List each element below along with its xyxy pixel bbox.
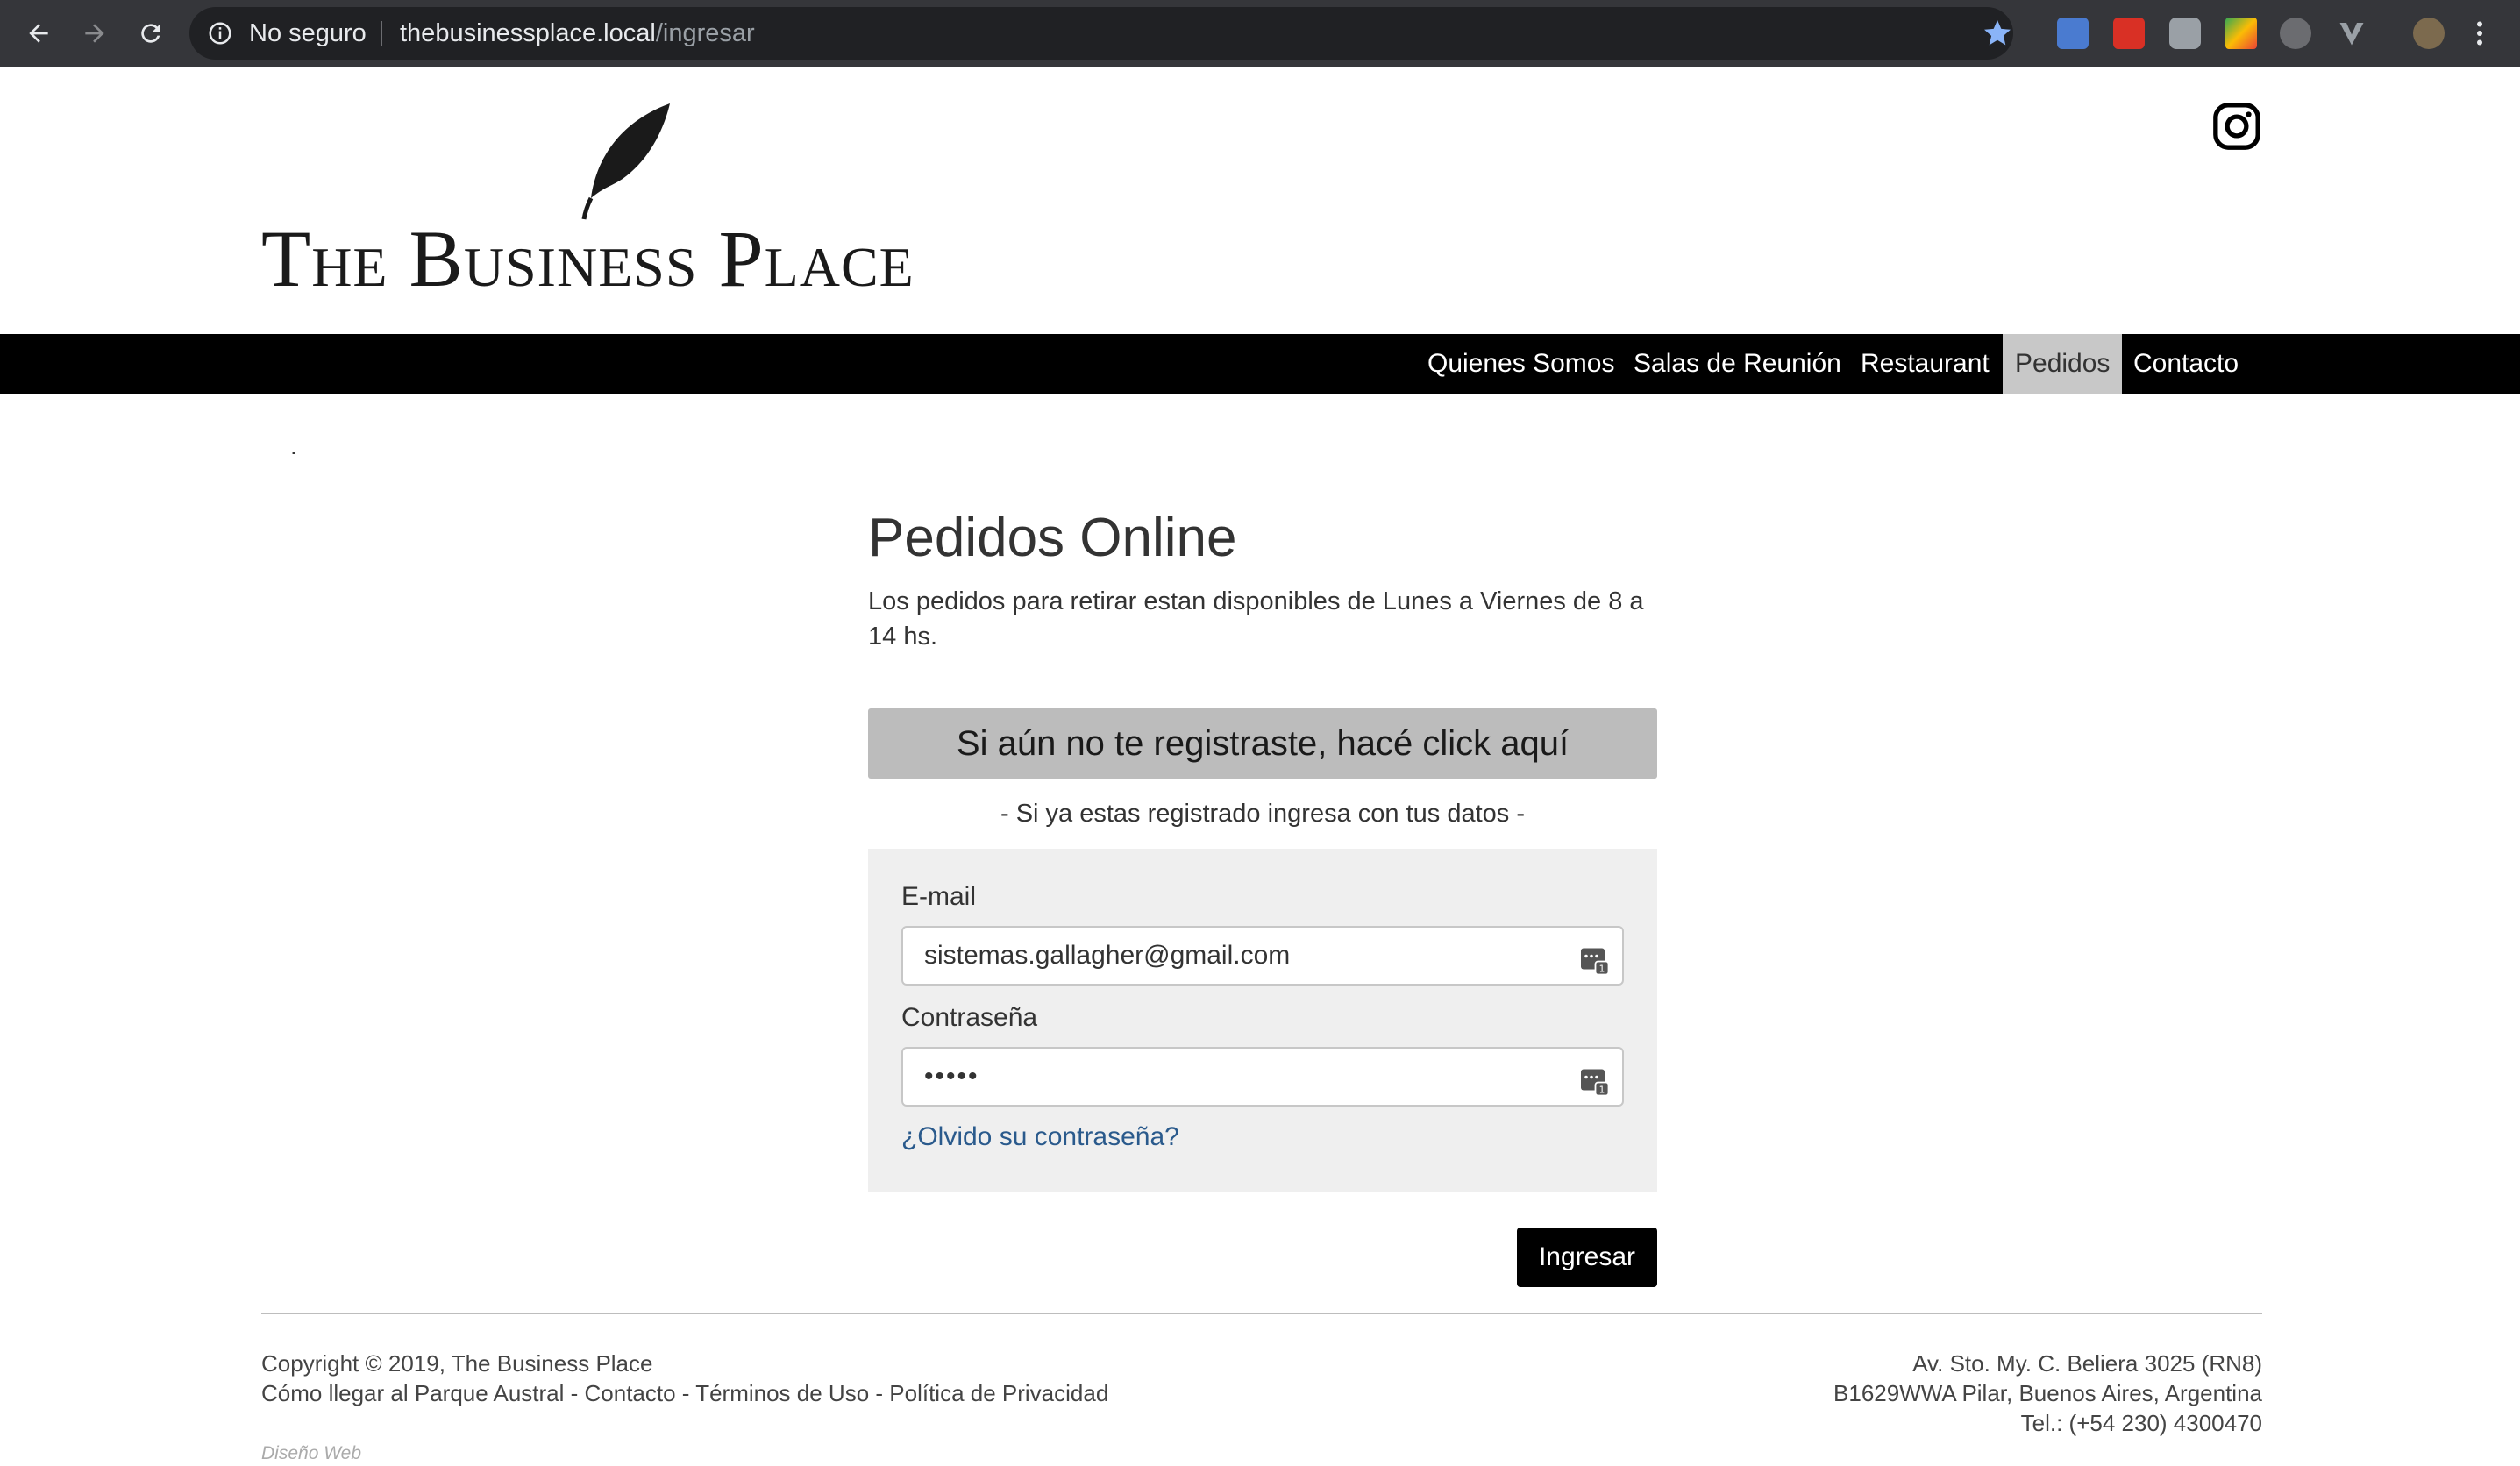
password-manager-icon[interactable]: 1	[1578, 940, 1610, 976]
extension-icon[interactable]	[2336, 18, 2367, 53]
stray-dot: .	[290, 435, 297, 459]
email-label: E-mail	[901, 882, 977, 911]
password-field[interactable]: ••••• 1	[901, 1047, 1624, 1107]
site-logo[interactable]: The Business Place	[261, 98, 1000, 303]
feather-icon	[581, 103, 670, 220]
separator	[381, 21, 382, 46]
page-description: Los pedidos para retirar estan disponibl…	[868, 587, 1644, 651]
camera-icon[interactable]	[2169, 18, 2201, 49]
footer-divider	[261, 1313, 2262, 1314]
password-label: Contraseña	[901, 1003, 1038, 1032]
register-button[interactable]: Si aún no te registraste, hacé click aqu…	[868, 708, 1657, 779]
menu-icon[interactable]	[2474, 18, 2485, 53]
email-value: sistemas.gallagher@gmail.com	[924, 941, 1291, 970]
footer-left: Copyright © 2019, The Business Place Cóm…	[261, 1349, 1108, 1408]
extension-icon[interactable]	[2057, 18, 2089, 49]
extension-icon[interactable]	[2113, 18, 2145, 49]
address-line2: B1629WWA Pilar, Buenos Aires, Argentina	[1833, 1380, 2262, 1406]
email-field[interactable]: sistemas.gallagher@gmail.com 1	[901, 926, 1624, 986]
registered-note: - Si ya estas registrado ingresa con tus…	[1000, 800, 1525, 828]
password-value: •••••	[924, 1062, 979, 1091]
url-host: thebusinessplace.local	[400, 19, 656, 47]
phone: Tel.: (+54 230) 4300470	[2020, 1410, 2262, 1436]
address-bar[interactable]: No seguro thebusinessplace.local/ingresa…	[189, 7, 2013, 60]
login-button[interactable]: Ingresar	[1517, 1228, 1657, 1287]
svg-text:1: 1	[1599, 964, 1605, 975]
web-design-credit[interactable]: Diseño Web	[261, 1443, 361, 1464]
star-icon[interactable]	[1982, 18, 2013, 53]
nav-item-contacto[interactable]: Contacto	[2121, 334, 2251, 394]
footer-links[interactable]: Cómo llegar al Parque Austral - Contacto…	[261, 1378, 1108, 1408]
security-label: No seguro	[249, 19, 367, 47]
extension-icon[interactable]	[2280, 18, 2311, 49]
page-title: Pedidos Online	[868, 508, 1237, 568]
url-text[interactable]: thebusinessplace.local/ingresar	[400, 7, 755, 60]
extension-icon[interactable]	[2225, 18, 2257, 49]
nav-item-salas-de-reunion[interactable]: Salas de Reunión	[1621, 334, 1854, 394]
browser-toolbar: No seguro thebusinessplace.local/ingresa…	[0, 0, 2520, 67]
copyright: Copyright © 2019, The Business Place	[261, 1350, 653, 1377]
password-manager-icon[interactable]: 1	[1578, 1061, 1610, 1097]
forward-icon[interactable]	[77, 16, 112, 51]
svg-text:1: 1	[1599, 1085, 1605, 1096]
instagram-icon[interactable]	[2211, 101, 2262, 152]
nav-item-pedidos[interactable]: Pedidos	[2003, 334, 2122, 394]
address-line1: Av. Sto. My. C. Beliera 3025 (RN8)	[1912, 1350, 2262, 1377]
reload-icon[interactable]	[133, 16, 168, 51]
forgot-password-link[interactable]: ¿Olvido su contraseña?	[901, 1122, 1179, 1152]
back-icon[interactable]	[21, 16, 56, 51]
info-icon[interactable]	[207, 20, 233, 46]
nav-item-quienes-somos[interactable]: Quienes Somos	[1415, 334, 1627, 394]
nav-item-restaurant[interactable]: Restaurant	[1848, 334, 2002, 394]
login-form: E-mail sistemas.gallagher@gmail.com 1 Co…	[868, 849, 1657, 1192]
footer-address: Av. Sto. My. C. Beliera 3025 (RN8) B1629…	[1833, 1349, 2262, 1438]
main-nav: Quienes Somos Salas de Reunión Restauran…	[0, 334, 2520, 394]
url-path: /ingresar	[655, 19, 755, 47]
avatar[interactable]	[2413, 18, 2445, 49]
logo-text: The Business Place	[261, 214, 915, 303]
